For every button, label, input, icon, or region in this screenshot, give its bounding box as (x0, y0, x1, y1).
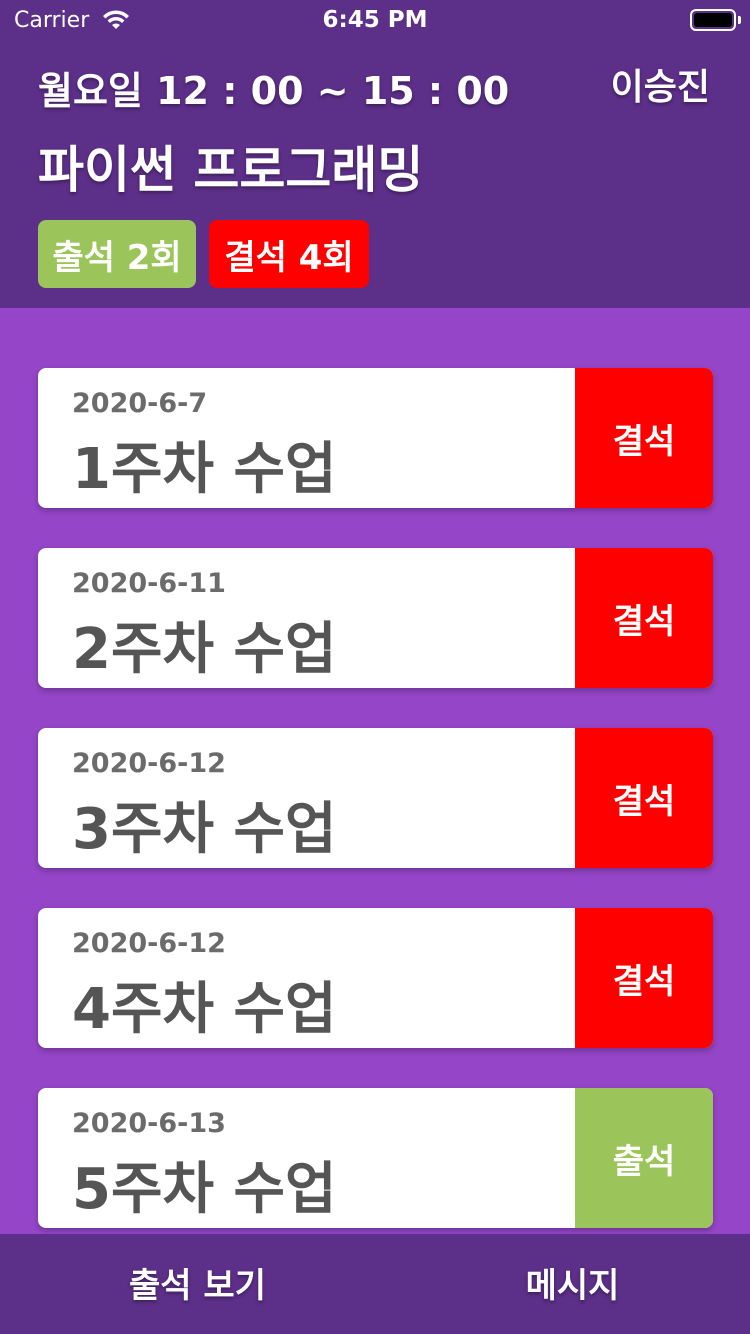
session-title: 5주차 수업 (72, 1157, 337, 1222)
session-title: 1주차 수업 (72, 437, 337, 502)
attendance-status: 결석 (575, 728, 713, 868)
session-date: 2020-6-12 (72, 928, 226, 959)
user-name: 이승진 (610, 67, 710, 108)
tab-attendance[interactable]: 출석 보기 (10, 1258, 385, 1307)
present-count-badge: 출석 2회 (38, 220, 196, 288)
attendance-status: 출석 (575, 1088, 713, 1228)
attendance-status: 결석 (575, 548, 713, 688)
tab-message[interactable]: 메시지 (385, 1258, 750, 1307)
session-card[interactable]: 2020-6-13 5주차 수업 출석 (38, 1088, 713, 1228)
attendance-status: 결석 (575, 368, 713, 508)
session-date: 2020-6-13 (72, 1108, 226, 1139)
session-date: 2020-6-12 (72, 748, 226, 779)
status-bar: Carrier 6:45 PM (0, 0, 750, 40)
session-card[interactable]: 2020-6-7 1주차 수업 결석 (38, 368, 713, 508)
session-title: 2주차 수업 (72, 617, 337, 682)
session-title: 4주차 수업 (72, 977, 337, 1042)
header: Carrier 6:45 PM 월요일 12 : 00 ~ 15 : 00 이승… (0, 0, 750, 308)
session-date: 2020-6-7 (72, 388, 208, 419)
absent-count-badge: 결석 4회 (209, 220, 369, 288)
class-schedule: 월요일 12 : 00 ~ 15 : 00 (38, 69, 510, 113)
battery-tip (738, 16, 741, 24)
course-title: 파이썬 프로그래밍 (38, 141, 424, 199)
battery-icon (690, 9, 736, 31)
session-card[interactable]: 2020-6-11 2주차 수업 결석 (38, 548, 713, 688)
session-card[interactable]: 2020-6-12 4주차 수업 결석 (38, 908, 713, 1048)
session-date: 2020-6-11 (72, 568, 226, 599)
session-card[interactable]: 2020-6-12 3주차 수업 결석 (38, 728, 713, 868)
session-title: 3주차 수업 (72, 797, 337, 862)
tab-bar: 출석 보기 메시지 (0, 1234, 750, 1334)
status-time: 6:45 PM (322, 7, 428, 33)
attendance-status: 결석 (575, 908, 713, 1048)
